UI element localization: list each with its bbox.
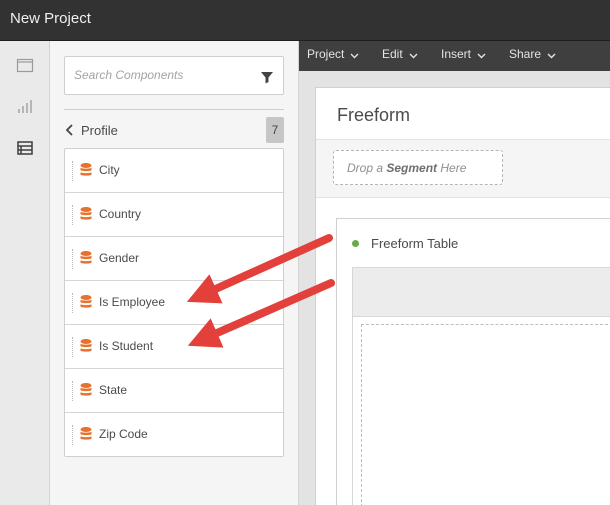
dimension-icon (79, 426, 93, 442)
dimension-icon (79, 382, 93, 398)
project-title: New Project (10, 10, 91, 27)
list-item[interactable]: Country (65, 193, 283, 237)
item-label: State (99, 383, 128, 397)
chevron-down-icon (477, 48, 486, 62)
search-divider (64, 109, 284, 110)
menu-project[interactable]: Project (307, 47, 359, 62)
list-item[interactable]: Is Employee (65, 281, 283, 325)
menu-insert[interactable]: Insert (441, 47, 486, 62)
drag-handle[interactable] (72, 293, 75, 313)
menu-bar: Project Edit Insert Share (299, 41, 610, 71)
drag-handle[interactable] (72, 381, 75, 401)
components-icon[interactable] (16, 139, 34, 157)
component-list: City Country Gender Is Employee Is Stude… (64, 148, 284, 457)
chevron-down-icon (547, 48, 556, 62)
table-title[interactable]: Freeform Table (371, 236, 458, 251)
item-label: Country (99, 207, 142, 221)
menu-share-label: Share (509, 47, 542, 61)
item-label: Gender (99, 251, 140, 265)
table-body (352, 317, 610, 505)
chevron-left-icon[interactable] (64, 123, 76, 137)
list-item[interactable]: Is Student (65, 325, 283, 369)
components-panel: Profile 7 City Country Gender Is Employe… (50, 41, 299, 505)
item-label: Is Employee (99, 295, 166, 309)
dimension-icon (79, 250, 93, 266)
table-header (352, 267, 610, 317)
drop-segment-suffix: Here (437, 161, 467, 175)
drag-handle[interactable] (72, 337, 75, 357)
menu-share[interactable]: Share (509, 47, 556, 62)
item-label: City (99, 163, 120, 177)
list-item[interactable]: Gender (65, 237, 283, 281)
drag-handle[interactable] (72, 425, 75, 445)
status-dot (352, 240, 359, 247)
drop-segment-text: Drop a Segment Here (347, 161, 466, 175)
drag-handle[interactable] (72, 205, 75, 225)
workspace: Freeform Freeform Table Drop a Segment H… (299, 71, 610, 505)
left-rail (0, 41, 50, 505)
panel-title[interactable]: Freeform (337, 105, 410, 126)
list-item[interactable]: City (65, 149, 283, 193)
menu-insert-label: Insert (441, 47, 472, 61)
panels-icon[interactable] (16, 57, 34, 75)
drop-segment-prefix: Drop a (347, 161, 387, 175)
breadcrumb[interactable]: Profile 7 (64, 117, 284, 143)
search-input[interactable] (74, 66, 244, 84)
count-badge: 7 (266, 117, 284, 143)
dimension-icon (79, 206, 93, 222)
drop-segment-keyword: Segment (386, 161, 438, 175)
drop-segment-zone[interactable]: Drop a Segment Here (333, 150, 503, 185)
menu-edit-label: Edit (382, 47, 403, 61)
freeform-table: Freeform Table (336, 218, 610, 505)
dimension-icon (79, 162, 93, 178)
visualizations-icon[interactable] (16, 97, 34, 115)
list-item[interactable]: Zip Code (65, 413, 283, 457)
dimension-icon (79, 294, 93, 310)
drag-handle[interactable] (72, 249, 75, 269)
menu-edit[interactable]: Edit (382, 47, 418, 62)
chevron-down-icon (350, 48, 359, 62)
menu-project-label: Project (307, 47, 345, 61)
item-label: Zip Code (99, 427, 148, 441)
dimension-icon (79, 338, 93, 354)
search-box (64, 56, 284, 95)
segment-area-divider (316, 197, 610, 198)
dimension-drop-zone[interactable] (361, 324, 610, 505)
chevron-down-icon (409, 48, 418, 62)
breadcrumb-label: Profile (81, 123, 118, 138)
list-item[interactable]: State (65, 369, 283, 413)
filter-icon[interactable] (259, 69, 275, 85)
drag-handle[interactable] (72, 161, 75, 181)
item-label: Is Student (99, 339, 154, 353)
title-bar: New Project (0, 0, 610, 41)
